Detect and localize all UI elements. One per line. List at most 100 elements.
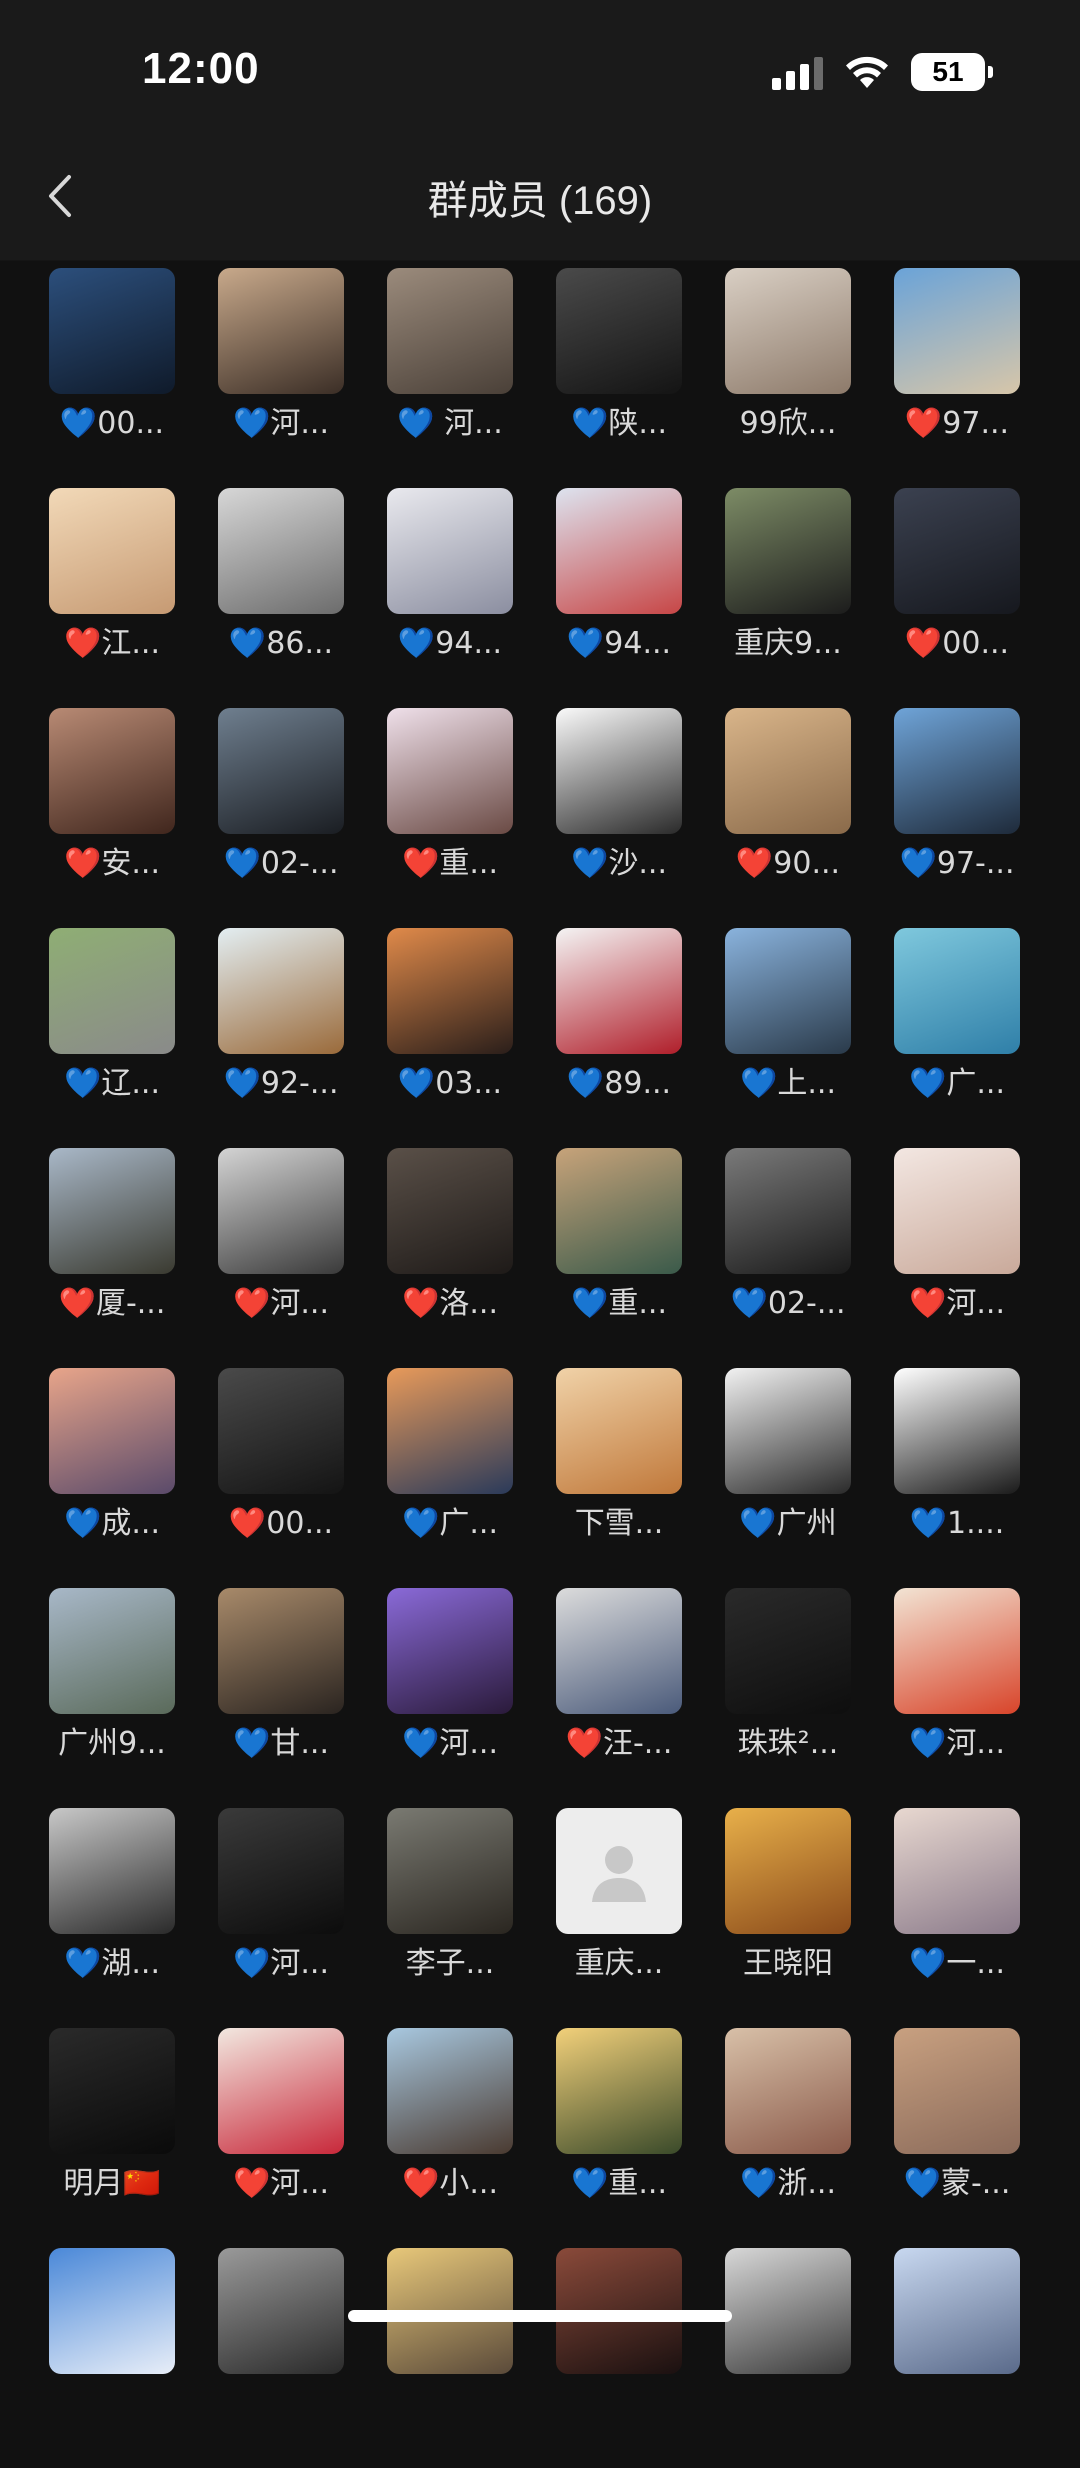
member-item[interactable]: 💙重... xyxy=(535,2028,703,2248)
member-item[interactable]: ❤️90... xyxy=(704,708,872,928)
member-name: ❤️小... xyxy=(402,2166,498,2201)
member-item[interactable] xyxy=(28,2248,196,2468)
member-avatar xyxy=(556,708,682,834)
member-name: 💙03... xyxy=(397,1066,503,1101)
member-item[interactable]: 💙广... xyxy=(873,928,1041,1148)
member-item[interactable]: 💙86... xyxy=(197,488,365,708)
member-item[interactable]: ❤️江... xyxy=(28,488,196,708)
member-avatar xyxy=(218,1368,344,1494)
member-avatar xyxy=(725,928,851,1054)
member-avatar xyxy=(387,268,513,394)
member-item[interactable] xyxy=(366,2248,534,2468)
member-item[interactable]: ❤️安... xyxy=(28,708,196,928)
member-item[interactable]: 💙重... xyxy=(535,1148,703,1368)
member-item[interactable]: 💙1.... xyxy=(873,1368,1041,1588)
member-name: 💙02-... xyxy=(223,846,339,881)
member-name: 明月🇨🇳 xyxy=(63,2166,161,2201)
member-item[interactable]: 💙湖... xyxy=(28,1808,196,2028)
member-item[interactable]: 💙94... xyxy=(366,488,534,708)
member-item[interactable]: 珠珠²... xyxy=(704,1588,872,1808)
member-item[interactable]: ❤️河... xyxy=(197,2028,365,2248)
member-item[interactable]: 💙辽... xyxy=(28,928,196,1148)
member-name: 💙甘... xyxy=(233,1726,329,1761)
cellular-signal-icon xyxy=(772,54,823,90)
member-avatar xyxy=(894,488,1020,614)
member-name: 💙湖... xyxy=(64,1946,160,1981)
member-item[interactable]: 💙沙... xyxy=(535,708,703,928)
member-name: 重庆9... xyxy=(734,626,842,661)
member-avatar xyxy=(894,1588,1020,1714)
member-item[interactable]: 💙河... xyxy=(366,1588,534,1808)
member-item[interactable]: 💙河... xyxy=(873,1588,1041,1808)
member-item[interactable]: 李子... xyxy=(366,1808,534,2028)
member-item[interactable]: ❤️97... xyxy=(873,268,1041,488)
member-item[interactable]: ❤️00... xyxy=(197,1368,365,1588)
member-name: 💙1.... xyxy=(909,1506,1005,1541)
member-item[interactable]: ❤️河... xyxy=(873,1148,1041,1368)
member-avatar xyxy=(218,1808,344,1934)
member-avatar xyxy=(725,1588,851,1714)
member-item[interactable]: 💙89... xyxy=(535,928,703,1148)
member-item[interactable]: 下雪... xyxy=(535,1368,703,1588)
member-avatar xyxy=(556,488,682,614)
member-item[interactable]: 💙河... xyxy=(197,1808,365,2028)
member-item[interactable]: ❤️小... xyxy=(366,2028,534,2248)
member-avatar xyxy=(218,1148,344,1274)
member-item[interactable]: 99欣... xyxy=(704,268,872,488)
member-item[interactable]: 明月🇨🇳 xyxy=(28,2028,196,2248)
member-avatar xyxy=(387,488,513,614)
member-item[interactable]: ❤️厦-... xyxy=(28,1148,196,1368)
member-name: ❤️厦-... xyxy=(58,1286,166,1321)
member-name: ❤️河... xyxy=(909,1286,1005,1321)
member-item[interactable] xyxy=(704,2248,872,2468)
member-item[interactable]: 💙河... xyxy=(197,268,365,488)
member-item[interactable]: 💙广... xyxy=(366,1368,534,1588)
member-item[interactable]: 💙一... xyxy=(873,1808,1041,2028)
member-item[interactable]: 💙浙... xyxy=(704,2028,872,2248)
member-name: 重庆... xyxy=(574,1946,664,1981)
member-avatar xyxy=(218,268,344,394)
member-item[interactable]: 💙陕... xyxy=(535,268,703,488)
member-item[interactable]: 💙94... xyxy=(535,488,703,708)
member-item[interactable]: 💙92-... xyxy=(197,928,365,1148)
member-item[interactable]: 💙97-... xyxy=(873,708,1041,928)
member-avatar xyxy=(894,1808,1020,1934)
member-item[interactable]: 💙蒙-... xyxy=(873,2028,1041,2248)
battery-icon: 51 xyxy=(911,53,993,91)
member-item[interactable]: 王晓阳 xyxy=(704,1808,872,2028)
member-avatar xyxy=(49,488,175,614)
member-item[interactable]: 💙广州 xyxy=(704,1368,872,1588)
member-item[interactable]: 广州9... xyxy=(28,1588,196,1808)
member-avatar xyxy=(218,708,344,834)
member-item[interactable] xyxy=(197,2248,365,2468)
member-item[interactable]: ❤️汪-... xyxy=(535,1588,703,1808)
member-item[interactable] xyxy=(873,2248,1041,2468)
member-item[interactable]: 💙上... xyxy=(704,928,872,1148)
member-item[interactable]: 💙02-... xyxy=(704,1148,872,1368)
member-avatar xyxy=(556,2028,682,2154)
member-item[interactable]: ❤️河... xyxy=(197,1148,365,1368)
member-avatar xyxy=(218,928,344,1054)
member-item[interactable]: 💙03... xyxy=(366,928,534,1148)
page-title: 群成员 (169) xyxy=(427,179,653,223)
member-name: 广州9... xyxy=(58,1726,166,1761)
member-item[interactable]: 💙成... xyxy=(28,1368,196,1588)
member-item[interactable]: ❤️00... xyxy=(873,488,1041,708)
member-name: 下雪... xyxy=(574,1506,664,1541)
member-item[interactable]: 💙00... xyxy=(28,268,196,488)
member-item[interactable]: 重庆9... xyxy=(704,488,872,708)
member-avatar xyxy=(725,488,851,614)
member-avatar xyxy=(725,268,851,394)
member-avatar xyxy=(387,2028,513,2154)
member-avatar xyxy=(725,2248,851,2374)
member-item[interactable] xyxy=(535,2248,703,2468)
member-item[interactable]: ❤️洛... xyxy=(366,1148,534,1368)
member-item[interactable]: 💙02-... xyxy=(197,708,365,928)
member-item[interactable]: ❤️重... xyxy=(366,708,534,928)
member-avatar xyxy=(387,1808,513,1934)
member-item[interactable]: 💙甘... xyxy=(197,1588,365,1808)
member-item[interactable]: 重庆... xyxy=(535,1808,703,2028)
member-item[interactable]: 💙 河... xyxy=(366,268,534,488)
member-name: ❤️重... xyxy=(402,846,498,881)
member-name: 💙广... xyxy=(909,1066,1005,1101)
